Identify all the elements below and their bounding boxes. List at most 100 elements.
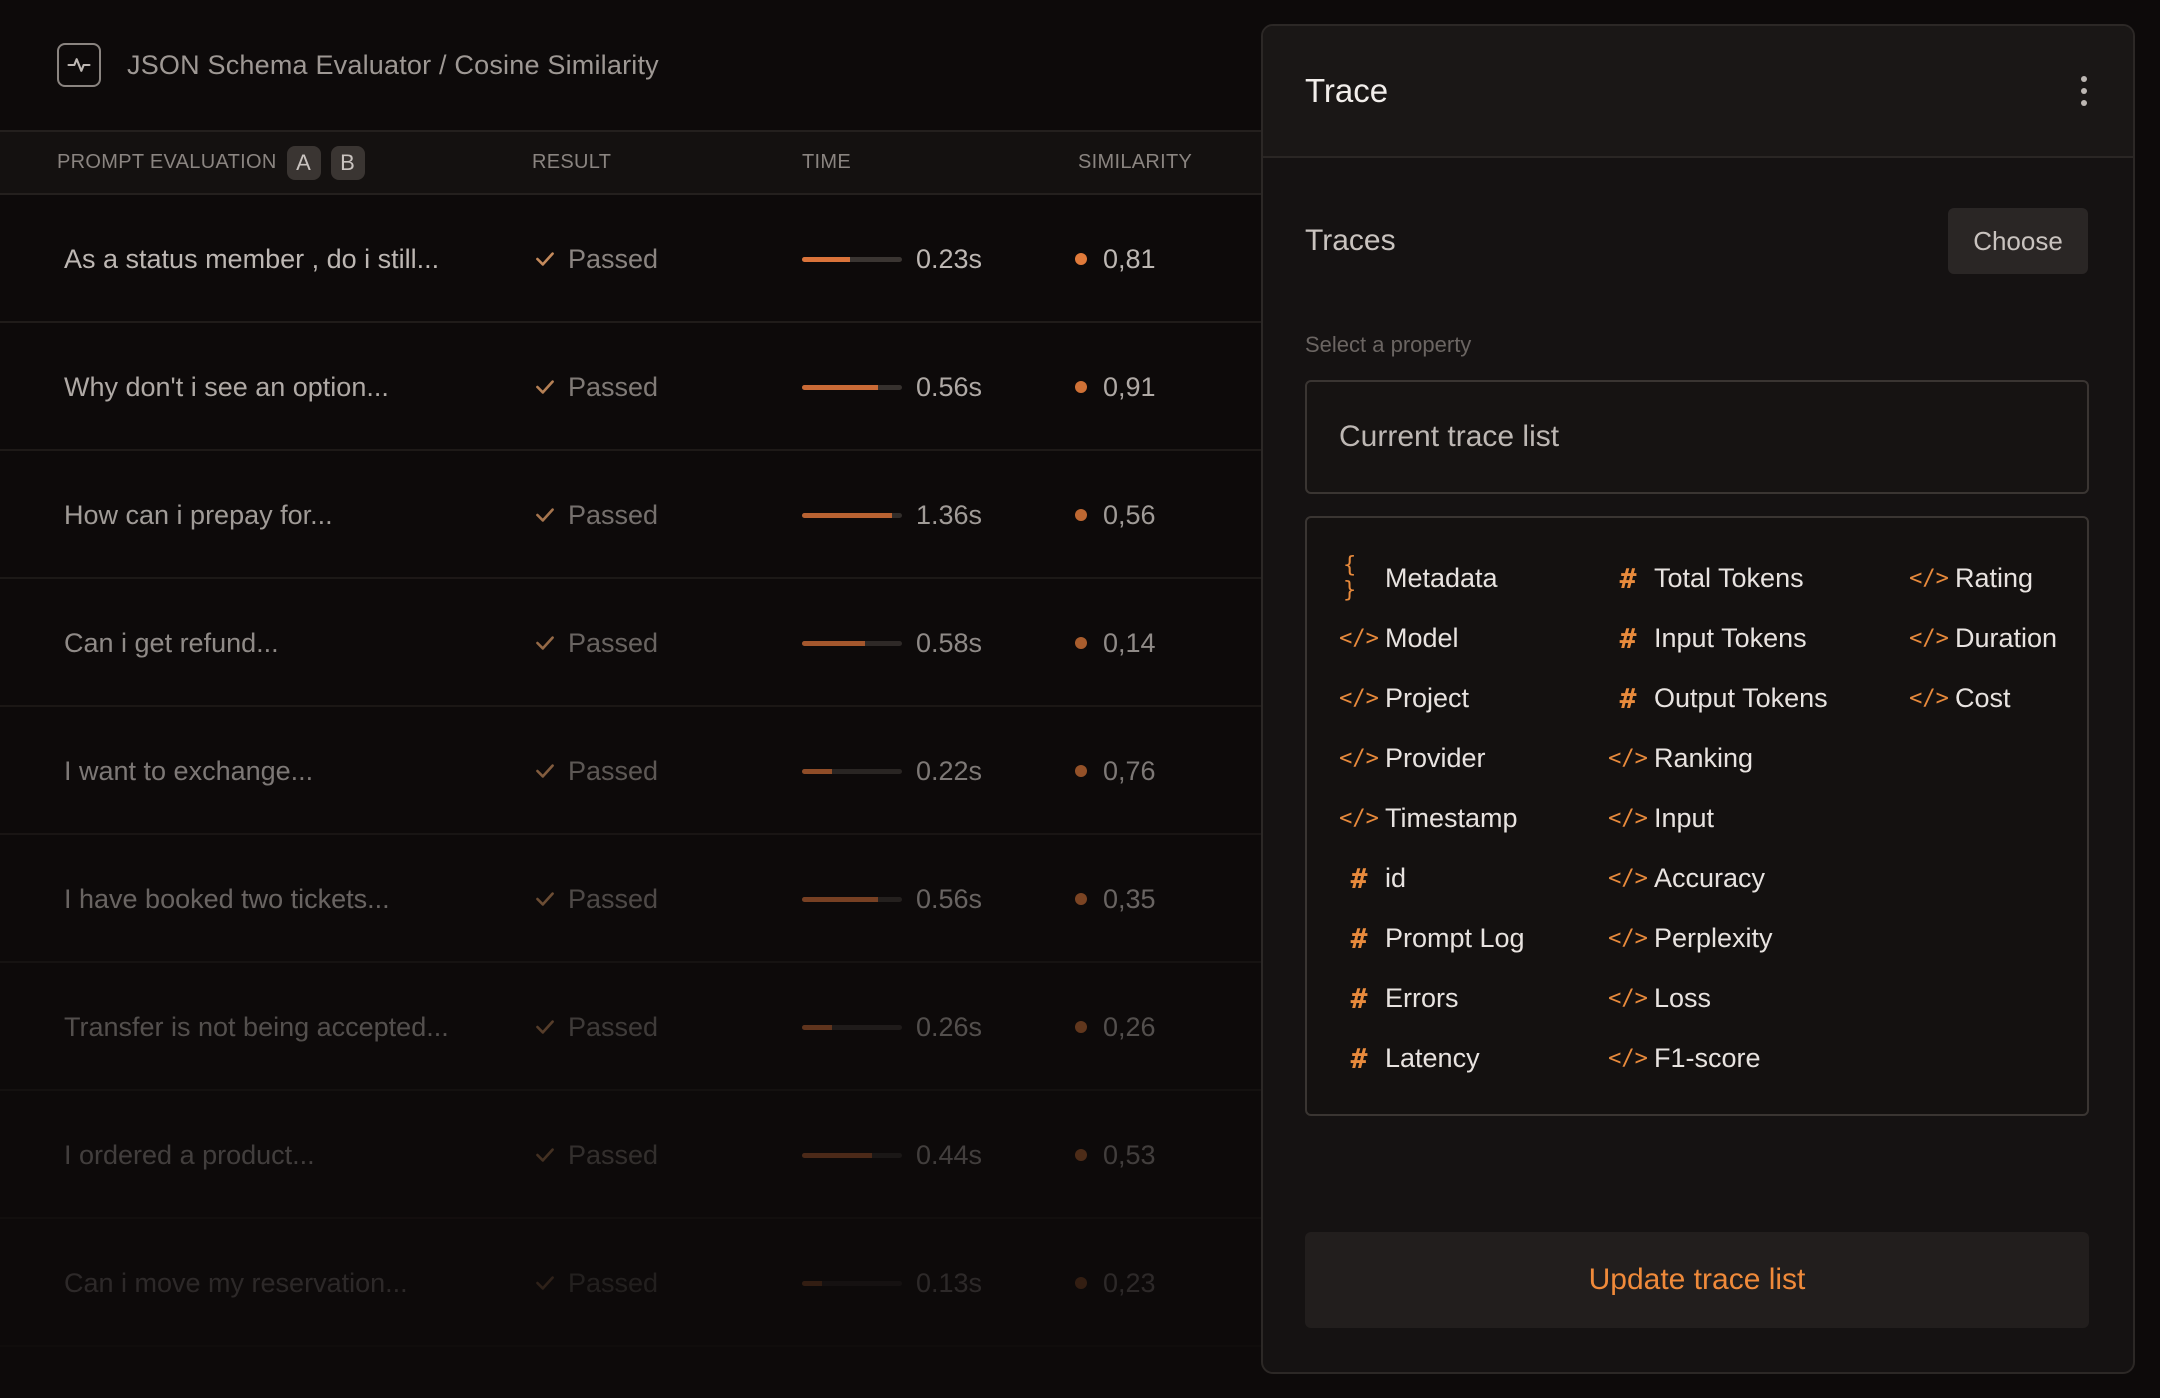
variant-b-badge[interactable]: B bbox=[330, 145, 365, 180]
property-item-ranking[interactable]: </> Ranking bbox=[1608, 738, 1753, 778]
traces-label: Traces bbox=[1305, 224, 1396, 257]
time-bar bbox=[802, 512, 902, 518]
braces-icon: { } bbox=[1343, 553, 1357, 603]
property-item-f1-score[interactable]: </> F1-score bbox=[1608, 1038, 1761, 1078]
panel-header: Trace bbox=[1263, 26, 2133, 158]
similarity-cell: 0,56 bbox=[1075, 451, 1156, 579]
similarity-dot-icon bbox=[1075, 1149, 1087, 1161]
property-item-accuracy[interactable]: </> Accuracy bbox=[1608, 858, 1765, 898]
more-options-icon[interactable] bbox=[2075, 70, 2093, 112]
time-value: 0.58s bbox=[916, 627, 983, 658]
choose-button[interactable]: Choose bbox=[1948, 208, 2088, 274]
traces-row: Traces Choose bbox=[1305, 208, 2088, 274]
property-label: Total Tokens bbox=[1654, 562, 1804, 593]
variant-a-badge[interactable]: A bbox=[286, 145, 321, 180]
property-item-total-tokens[interactable]: # Total Tokens bbox=[1612, 558, 1804, 598]
property-item-provider[interactable]: </> Provider bbox=[1339, 738, 1486, 778]
property-item-loss[interactable]: </> Loss bbox=[1608, 978, 1711, 1018]
similarity-cell: 0,53 bbox=[1075, 1091, 1156, 1219]
property-item-prompt-log[interactable]: # Prompt Log bbox=[1343, 918, 1525, 958]
similarity-dot-icon bbox=[1075, 509, 1087, 521]
property-item-id[interactable]: # id bbox=[1343, 858, 1406, 898]
check-icon bbox=[536, 508, 554, 522]
result-label: Passed bbox=[568, 627, 659, 658]
table-row[interactable]: Transfer is not being accepted... Passed… bbox=[0, 963, 1262, 1091]
check-icon bbox=[536, 636, 554, 650]
property-item-latency[interactable]: # Latency bbox=[1343, 1038, 1480, 1078]
time-cell: 0.22s bbox=[802, 707, 982, 835]
similarity-dot-icon bbox=[1075, 893, 1087, 905]
column-header-result: RESULT bbox=[532, 151, 612, 173]
time-value: 0.44s bbox=[916, 1139, 983, 1170]
code-icon: </> bbox=[1608, 805, 1648, 831]
result-label: Passed bbox=[568, 243, 659, 274]
table-row[interactable]: How can i prepay for... Passed 1.36s 0,5… bbox=[0, 451, 1262, 579]
property-label: Provider bbox=[1385, 742, 1486, 773]
table-row[interactable]: I want to exchange... Passed 0.22s 0,76 bbox=[0, 707, 1262, 835]
hash-icon: # bbox=[1350, 981, 1368, 1015]
property-item-output-tokens[interactable]: # Output Tokens bbox=[1612, 678, 1828, 718]
code-icon: </> bbox=[1339, 745, 1379, 771]
hash-icon: # bbox=[1350, 1041, 1368, 1075]
table-row[interactable]: Why don't i see an option... Passed 0.56… bbox=[0, 323, 1262, 451]
time-cell: 0.56s bbox=[802, 835, 982, 963]
similarity-value: 0,91 bbox=[1103, 371, 1156, 402]
prompt-cell: I have booked two tickets... bbox=[64, 883, 390, 914]
table-body: As a status member , do i still... Passe… bbox=[0, 195, 1262, 1347]
check-icon bbox=[536, 1148, 554, 1162]
time-bar-fill bbox=[802, 640, 865, 646]
time-cell: 0.23s bbox=[802, 195, 982, 323]
similarity-value: 0,81 bbox=[1103, 243, 1156, 274]
property-item-rating[interactable]: </> Rating bbox=[1909, 558, 2033, 598]
property-label: Latency bbox=[1385, 1042, 1480, 1073]
panel-title: Trace bbox=[1305, 72, 1389, 109]
property-item-errors[interactable]: # Errors bbox=[1343, 978, 1459, 1018]
column-label-prompt: PROMPT EVALUATION bbox=[57, 151, 277, 173]
property-item-input-tokens[interactable]: # Input Tokens bbox=[1612, 618, 1807, 658]
activity-icon[interactable] bbox=[57, 43, 101, 87]
trace-list-input[interactable] bbox=[1305, 380, 2089, 494]
breadcrumb: JSON Schema Evaluator / Cosine Similarit… bbox=[127, 49, 659, 80]
property-item-input[interactable]: </> Input bbox=[1608, 798, 1714, 838]
time-bar-fill bbox=[802, 1152, 872, 1158]
table-header: PROMPT EVALUATION A B RESULT TIME SIMILA… bbox=[0, 130, 1262, 195]
property-item-model[interactable]: </> Model bbox=[1339, 618, 1458, 658]
time-bar-fill bbox=[802, 1280, 822, 1286]
time-cell: 0.58s bbox=[802, 579, 982, 707]
prompt-cell: Transfer is not being accepted... bbox=[64, 1011, 449, 1042]
property-item-perplexity[interactable]: </> Perplexity bbox=[1608, 918, 1772, 958]
result-cell: Passed bbox=[532, 963, 658, 1091]
prompt-cell: Can i get refund... bbox=[64, 627, 279, 658]
time-bar bbox=[802, 1024, 902, 1030]
property-item-metadata[interactable]: { } Metadata bbox=[1343, 553, 1498, 603]
property-item-project[interactable]: </> Project bbox=[1339, 678, 1469, 718]
time-value: 0.22s bbox=[916, 755, 983, 786]
time-bar bbox=[802, 640, 902, 646]
property-item-timestamp[interactable]: </> Timestamp bbox=[1339, 798, 1517, 838]
update-trace-list-button[interactable]: Update trace list bbox=[1305, 1232, 2089, 1328]
result-cell: Passed bbox=[532, 835, 658, 963]
column-header-prompt: PROMPT EVALUATION A B bbox=[57, 145, 365, 180]
prompt-cell: Can i move my reservation... bbox=[64, 1267, 408, 1298]
similarity-value: 0,76 bbox=[1103, 755, 1156, 786]
property-item-cost[interactable]: </> Cost bbox=[1909, 678, 2010, 718]
time-bar bbox=[802, 1152, 902, 1158]
similarity-cell: 0,26 bbox=[1075, 963, 1156, 1091]
time-bar bbox=[802, 384, 902, 390]
check-icon bbox=[536, 1020, 554, 1034]
time-value: 0.56s bbox=[916, 883, 983, 914]
time-value: 0.26s bbox=[916, 1011, 983, 1042]
code-icon: </> bbox=[1339, 805, 1379, 831]
code-icon: </> bbox=[1909, 625, 1949, 651]
property-item-duration[interactable]: </> Duration bbox=[1909, 618, 2057, 658]
property-label: F1-score bbox=[1654, 1042, 1761, 1073]
table-row[interactable]: As a status member , do i still... Passe… bbox=[0, 195, 1262, 323]
table-row[interactable]: Can i move my reservation... Passed 0.13… bbox=[0, 1219, 1262, 1347]
table-row[interactable]: I have booked two tickets... Passed 0.56… bbox=[0, 835, 1262, 963]
similarity-dot-icon bbox=[1075, 1277, 1087, 1289]
table-row[interactable]: Can i get refund... Passed 0.58s 0,14 bbox=[0, 579, 1262, 707]
time-bar bbox=[802, 256, 902, 262]
check-icon bbox=[536, 892, 554, 906]
similarity-dot-icon bbox=[1075, 1021, 1087, 1033]
table-row[interactable]: I ordered a product... Passed 0.44s 0,53 bbox=[0, 1091, 1262, 1219]
